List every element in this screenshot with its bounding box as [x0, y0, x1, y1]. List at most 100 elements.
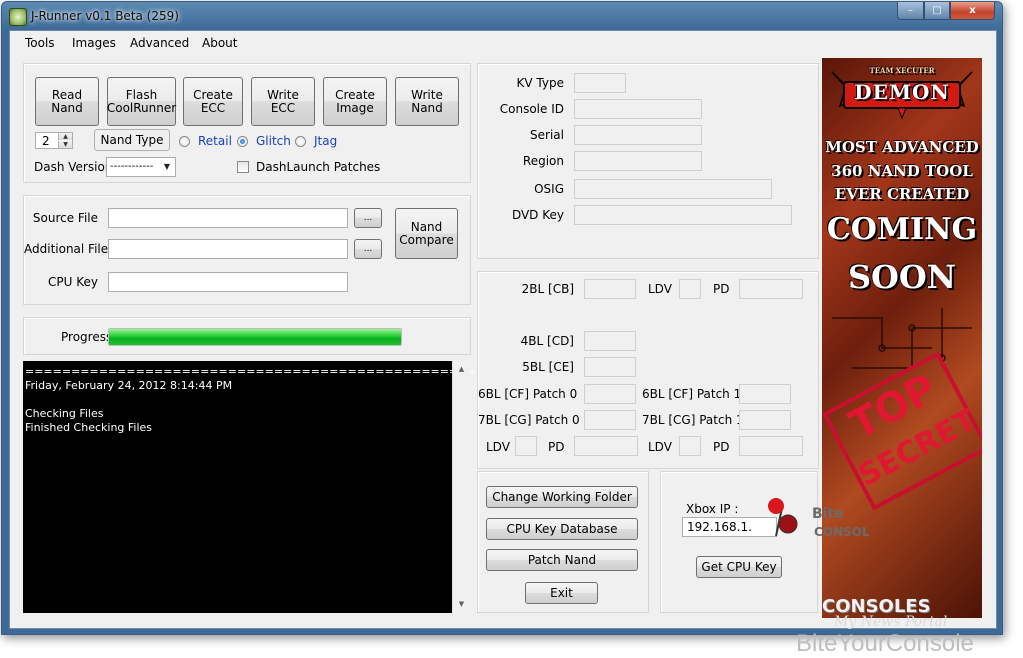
menu-bar: Tools Images Advanced About: [10, 31, 996, 55]
additional-file-input[interactable]: [108, 239, 348, 259]
ldv3-field: [679, 436, 701, 456]
read-nand-button[interactable]: Read Nand: [35, 77, 99, 126]
ad-line2: 360 NAND TOOL: [831, 162, 973, 180]
bl6-patch1-label: 6BL [CF] Patch 1: [642, 387, 742, 401]
xbox-ip-label: Xbox IP :: [686, 502, 739, 516]
console-log[interactable]: ========================================…: [23, 361, 504, 613]
minimize-button[interactable]: –: [897, 2, 924, 20]
dash-version-select[interactable]: ------------ ▼: [106, 157, 176, 177]
svg-text:CONSOLE: CONSOLE: [814, 525, 870, 539]
additional-browse-button[interactable]: ...: [354, 239, 382, 259]
patch-nand-button[interactable]: Patch Nand: [486, 549, 638, 571]
menu-images[interactable]: Images: [72, 36, 116, 50]
window-title: J-Runner v0.1 Beta (259): [31, 9, 179, 23]
dash-version-value: ------------: [110, 161, 154, 172]
radio-retail-label: Retail: [198, 134, 232, 148]
menu-about[interactable]: About: [202, 36, 237, 50]
bl6-patch0-label: 6BL [CF] Patch 0: [478, 387, 578, 401]
watermark-biteyourconsole: BiteYourConsole: [796, 630, 974, 657]
console-id-label: Console ID: [499, 102, 564, 116]
nand-type-button[interactable]: Nand Type: [94, 129, 170, 151]
ldv2-field: [515, 436, 537, 456]
bl6-patch1-field: [739, 384, 791, 404]
ldv-field: [679, 279, 701, 299]
files-panel: Source File ... Additional File ... CPU …: [23, 195, 471, 305]
serial-field: [574, 125, 702, 145]
bite-your-console-logo-icon: Bite CONSOLE: [768, 498, 870, 539]
scroll-up-icon[interactable]: ▲: [453, 361, 470, 378]
region-label: Region: [522, 154, 564, 168]
circuit-board-icon: [832, 308, 972, 369]
additional-file-label: Additional File: [24, 242, 109, 256]
radio-retail[interactable]: [179, 136, 190, 147]
close-button[interactable]: x: [950, 2, 995, 20]
spin-up-icon[interactable]: ▲: [58, 133, 72, 140]
change-working-folder-button[interactable]: Change Working Folder: [486, 486, 638, 508]
radio-glitch[interactable]: [237, 136, 248, 147]
bl2-field: [584, 279, 636, 299]
maximize-button[interactable]: □: [924, 2, 950, 20]
source-file-label: Source File: [32, 211, 98, 225]
dash-version-label: Dash Version: [34, 160, 113, 174]
actions-panel: Change Working Folder CPU Key Database P…: [477, 471, 649, 613]
chevron-down-icon: ▼: [163, 162, 171, 171]
progress-panel: Progress: [23, 317, 471, 355]
pd2-field: [574, 436, 638, 456]
bl6-patch0-field: [584, 384, 636, 404]
console-scrollbar[interactable]: ▲ ▼: [452, 361, 470, 613]
source-browse-button[interactable]: ...: [354, 208, 382, 228]
ldv-label: LDV: [648, 282, 672, 296]
svg-text:Bite: Bite: [812, 506, 844, 522]
progress-bar: [108, 328, 402, 346]
exit-button[interactable]: Exit: [525, 582, 598, 604]
ldv3-label: LDV: [648, 440, 672, 454]
region-field: [574, 151, 702, 171]
nand-compare-button[interactable]: Nand Compare: [395, 208, 458, 259]
ad-line5: SOON: [847, 258, 957, 296]
flash-coolrunner-button[interactable]: Flash CoolRunner: [107, 77, 176, 126]
title-bar[interactable]: J-Runner v0.1 Beta (259) – □ x: [2, 2, 1002, 30]
bl5-field: [584, 357, 636, 377]
pd-label: PD: [713, 282, 730, 296]
menu-advanced[interactable]: Advanced: [130, 36, 189, 50]
dvd-key-field: [574, 205, 792, 225]
progress-label: Progress: [61, 330, 113, 344]
radio-glitch-label: Glitch: [256, 134, 291, 148]
create-ecc-button[interactable]: Create ECC: [183, 77, 243, 126]
ad-line3: EVER CREATED: [834, 185, 970, 203]
pd-field: [739, 279, 803, 299]
osig-label: OSIG: [534, 182, 564, 196]
ad-line4: COMING: [826, 212, 978, 247]
ad-small-text: TEAM XECUTER: [869, 66, 935, 75]
nand-tools-panel: Read Nand Flash CoolRunner Create ECC Wr…: [23, 63, 471, 183]
console-id-field: [574, 99, 702, 119]
get-cpu-key-button[interactable]: Get CPU Key: [696, 556, 782, 578]
radio-jtag[interactable]: [295, 136, 306, 147]
console-line: ========================================…: [25, 365, 505, 378]
cpu-key-database-button[interactable]: CPU Key Database: [486, 518, 638, 540]
pd2-label: PD: [548, 440, 565, 454]
bl7-patch1-label: 7BL [CG] Patch 1: [642, 413, 744, 427]
serial-label: Serial: [530, 128, 564, 142]
cpu-key-input[interactable]: [108, 272, 348, 292]
write-ecc-button[interactable]: Write ECC: [251, 77, 315, 126]
bl4-field: [584, 331, 636, 351]
dashlaunch-label: DashLaunch Patches: [256, 160, 381, 174]
spin-down-icon[interactable]: ▼: [58, 141, 72, 148]
kv-type-field: [574, 73, 626, 93]
pd3-label: PD: [713, 440, 730, 454]
create-image-button[interactable]: Create Image: [323, 77, 387, 126]
menu-tools[interactable]: Tools: [25, 36, 55, 50]
source-file-input[interactable]: [108, 208, 348, 228]
nand-count-spinner[interactable]: 2 ▲ ▼: [35, 132, 73, 149]
write-nand-button[interactable]: Write Nand: [395, 77, 459, 126]
cpu-key-label: CPU Key: [48, 275, 98, 289]
bl7-patch0-field: [584, 410, 636, 430]
watermark-my-news-portal: My News Portal: [834, 614, 948, 630]
ad-line1: MOST ADVANCED: [825, 138, 979, 156]
bootloader-panel: 2BL [CB] LDV PD 4BL [CD] 5BL [CE] 6BL [C…: [477, 271, 819, 469]
scroll-down-icon[interactable]: ▼: [453, 596, 470, 613]
radio-jtag-label: Jtag: [314, 134, 338, 148]
dashlaunch-checkbox[interactable]: [237, 161, 249, 173]
app-icon: [9, 8, 27, 26]
